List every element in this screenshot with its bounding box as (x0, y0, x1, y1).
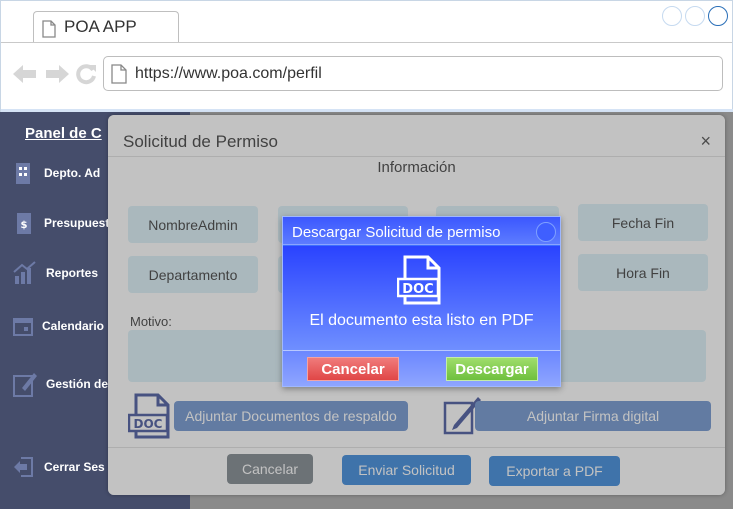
sidebar-item-gestion[interactable]: Gestión de (12, 370, 108, 398)
attach-docs-button[interactable]: Adjuntar Documentos de respaldo (174, 401, 408, 431)
budget-icon: $ (17, 213, 31, 234)
dialog-download-button[interactable]: Descargar (446, 357, 538, 381)
browser-tab[interactable]: POA APP (33, 11, 179, 43)
sidebar-item-calendario[interactable]: Calendario (12, 315, 104, 337)
hora-fin-field[interactable]: Hora Fin (578, 254, 708, 291)
doc-file-icon[interactable]: DOC (128, 393, 172, 439)
edit-icon (13, 373, 37, 397)
attach-signature-button[interactable]: Adjuntar Firma digital (475, 401, 711, 431)
dialog-body: DOC El documento esta listo en PDF (283, 246, 560, 350)
reload-icon[interactable] (75, 63, 97, 85)
dialog-message: El documento esta listo en PDF (309, 312, 534, 329)
doc-icon-text: DOC (402, 282, 433, 297)
building-icon (16, 163, 30, 184)
doc-icon-text: DOC (134, 417, 163, 431)
calendar-icon (13, 318, 33, 336)
browser-chrome: POA APP https://www.poa.com/perfil (0, 0, 733, 113)
dialog-cancel-button[interactable]: Cancelar (307, 357, 399, 381)
departamento-field[interactable]: Departamento (128, 256, 258, 293)
dialog-header: Descargar Solicitud de permiso (283, 217, 560, 245)
address-bar[interactable]: https://www.poa.com/perfil (103, 56, 723, 91)
logout-icon (14, 457, 33, 477)
dialog-footer: Cancelar Descargar (283, 350, 560, 386)
info-heading: Información (377, 159, 456, 176)
modal-footer-divider (108, 447, 725, 448)
sidebar-title[interactable]: Panel de C (25, 125, 102, 142)
sidebar-item-label: Depto. Ad (44, 166, 101, 180)
svg-text:$: $ (21, 220, 28, 231)
sidebar-item-depto[interactable]: Depto. Ad (12, 160, 100, 186)
cancel-button[interactable]: Cancelar (227, 454, 313, 484)
page-icon (111, 64, 127, 84)
fecha-fin-field[interactable]: Fecha Fin (578, 204, 708, 241)
dialog-close-button[interactable] (536, 222, 556, 242)
page-icon (42, 20, 56, 38)
modal-title: Solicitud de Permiso (123, 132, 278, 151)
sidebar-item-presupuesto[interactable]: $ Presupuest (12, 210, 109, 236)
modal-header-divider (108, 156, 725, 157)
sidebar-item-reportes[interactable]: Reportes (12, 260, 98, 286)
forward-arrow-icon[interactable] (45, 64, 69, 84)
tab-title: POA APP (64, 17, 137, 36)
doc-file-icon: DOC (397, 255, 441, 305)
minimize-button[interactable] (662, 6, 682, 26)
sidebar-item-label: Presupuest (44, 216, 110, 230)
modal-close-button[interactable]: × (700, 131, 711, 152)
dialog-title: Descargar Solicitud de permiso (292, 224, 501, 241)
nombre-admin-field[interactable]: NombreAdmin (128, 206, 258, 243)
export-pdf-button[interactable]: Exportar a PDF (489, 456, 620, 486)
motivo-label: Motivo: (130, 314, 172, 329)
sidebar-item-label: Reportes (46, 266, 99, 280)
maximize-button[interactable] (685, 6, 705, 26)
sidebar-item-label: Calendario (42, 319, 105, 333)
close-window-button[interactable] (708, 6, 728, 26)
download-dialog: Descargar Solicitud de permiso DOC El do… (282, 216, 561, 387)
send-request-button[interactable]: Enviar Solicitud (342, 455, 471, 485)
sidebar-item-label: Gestión de (46, 377, 109, 391)
back-arrow-icon[interactable] (13, 64, 37, 84)
chart-icon (13, 261, 36, 284)
window-controls (662, 6, 728, 26)
sidebar-item-cerrar-sesion[interactable]: Cerrar Ses (12, 455, 105, 479)
chrome-divider (1, 42, 732, 43)
url-text: https://www.poa.com/perfil (135, 65, 322, 82)
sidebar-item-label: Cerrar Ses (44, 460, 105, 474)
